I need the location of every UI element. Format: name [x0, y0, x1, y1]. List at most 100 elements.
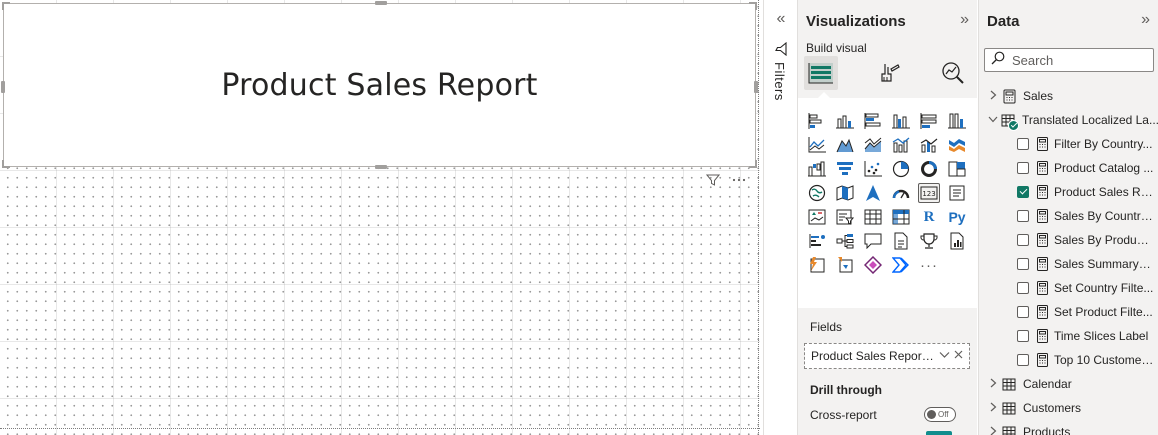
search-input[interactable]: Search — [984, 48, 1154, 72]
more-options-icon[interactable] — [730, 172, 748, 188]
clustered-bar-chart-icon[interactable] — [862, 111, 884, 131]
measure-item[interactable]: Sales By Product... — [979, 228, 1158, 252]
resize-handle-left[interactable] — [1, 81, 5, 93]
table-item-translated-localized-labels[interactable]: Translated Localized La... — [979, 108, 1158, 132]
checkbox[interactable] — [1017, 162, 1029, 174]
measure-item[interactable]: Sales By Country... — [979, 204, 1158, 228]
collapse-filters-icon[interactable]: « — [772, 10, 790, 28]
smart-narrative-icon[interactable] — [890, 231, 912, 251]
resize-handle-right[interactable] — [754, 81, 758, 93]
kpi-icon[interactable] — [806, 207, 828, 227]
remove-field-icon[interactable] — [954, 350, 963, 362]
measure-item[interactable]: Filter By Country... — [979, 132, 1158, 156]
get-more-visuals-icon[interactable]: ··· — [918, 255, 940, 275]
stacked-bar-chart-icon[interactable] — [806, 111, 828, 131]
analytics-icon[interactable] — [936, 56, 970, 90]
funnel-chart-icon[interactable] — [834, 159, 856, 179]
paginated-report-icon[interactable] — [946, 231, 968, 251]
clustered-column-chart-icon[interactable] — [890, 111, 912, 131]
chevron-down-icon[interactable] — [987, 115, 999, 126]
power-automate-icon[interactable] — [834, 255, 856, 275]
checkbox[interactable] — [1017, 210, 1029, 222]
resize-handle-top-left[interactable] — [2, 2, 10, 10]
100-stacked-bar-chart-icon[interactable] — [918, 111, 940, 131]
measure-item[interactable]: Sales Summary L... — [979, 252, 1158, 276]
title-text-box[interactable]: Product Sales Report — [1, 1, 758, 169]
azure-map-icon[interactable] — [862, 183, 884, 203]
line-stacked-column-chart-icon[interactable] — [918, 135, 940, 155]
build-visual-icon[interactable] — [804, 56, 838, 90]
expand-data-icon[interactable]: » — [1141, 11, 1150, 29]
format-visual-icon[interactable] — [872, 56, 906, 90]
measure-item[interactable]: Set Product Filte... — [979, 300, 1158, 324]
checkbox[interactable] — [1017, 282, 1029, 294]
table-item-customers[interactable]: Customers — [979, 396, 1158, 420]
checkbox[interactable] — [1017, 138, 1029, 150]
donut-chart-icon[interactable] — [918, 159, 940, 179]
checkbox[interactable] — [1017, 234, 1029, 246]
expand-visualizations-icon[interactable]: » — [960, 11, 969, 29]
filled-map-icon[interactable] — [834, 183, 856, 203]
resize-handle-bottom-right[interactable] — [749, 160, 757, 168]
resize-handle-top-right[interactable] — [749, 2, 757, 10]
filters-pane[interactable]: « Filters — [763, 0, 796, 435]
table-item-sales[interactable]: Sales — [979, 84, 1158, 108]
python-visual-icon[interactable]: Py — [946, 207, 968, 227]
treemap-icon[interactable] — [946, 159, 968, 179]
resize-handle-bottom-left[interactable] — [2, 160, 10, 168]
table-item-calendar[interactable]: Calendar — [979, 372, 1158, 396]
resize-handle-bottom[interactable] — [375, 165, 387, 169]
table-icon[interactable] — [862, 207, 884, 227]
power-apps-icon[interactable] — [806, 255, 828, 275]
slicer-icon[interactable] — [834, 207, 856, 227]
line-chart-icon[interactable] — [806, 135, 828, 155]
chevron-down-icon[interactable] — [939, 350, 950, 362]
measure-item[interactable]: Product Catalog ... — [979, 156, 1158, 180]
area-chart-icon[interactable] — [834, 135, 856, 155]
goals-icon[interactable] — [918, 231, 940, 251]
waterfall-chart-icon[interactable] — [806, 159, 828, 179]
measure-label: Time Slices Label — [1054, 329, 1149, 343]
gauge-icon[interactable] — [890, 183, 912, 203]
power-automate-chevron-icon[interactable] — [890, 255, 912, 275]
100-stacked-column-chart-icon[interactable] — [946, 111, 968, 131]
checkbox[interactable] — [1017, 354, 1029, 366]
stacked-column-chart-icon[interactable] — [834, 111, 856, 131]
measure-item[interactable]: Product Sales Re... — [979, 180, 1158, 204]
measure-item[interactable]: Set Country Filte... — [979, 276, 1158, 300]
filter-icon[interactable] — [704, 172, 722, 188]
stacked-area-chart-icon[interactable] — [862, 135, 884, 155]
chevron-right-icon[interactable] — [987, 402, 999, 415]
report-canvas[interactable]: Product Sales Report — [0, 0, 762, 435]
matrix-icon[interactable] — [890, 207, 912, 227]
decomposition-tree-icon[interactable] — [834, 231, 856, 251]
pie-chart-icon[interactable] — [890, 159, 912, 179]
r-visual-icon[interactable]: R — [918, 207, 940, 227]
chevron-right-icon[interactable] — [987, 90, 999, 103]
measure-item[interactable]: Top 10 Customer... — [979, 348, 1158, 372]
key-influencers-icon[interactable] — [806, 231, 828, 251]
checkbox-checked[interactable] — [1017, 186, 1029, 198]
checkbox[interactable] — [1017, 258, 1029, 270]
scatter-chart-icon[interactable] — [862, 159, 884, 179]
measure-item[interactable]: Time Slices Label — [979, 324, 1158, 348]
resize-handle-top[interactable] — [375, 1, 387, 5]
chevron-right-icon[interactable] — [987, 426, 999, 435]
power-apps-diamond-icon[interactable] — [862, 255, 884, 275]
filters-label[interactable]: Filters — [772, 62, 787, 101]
map-icon[interactable] — [806, 183, 828, 203]
table-item-products[interactable]: Products — [979, 420, 1158, 435]
fields-well[interactable]: Product Sales Report ... — [804, 343, 970, 369]
next-toggle-partial[interactable] — [926, 431, 952, 435]
line-clustered-column-chart-icon[interactable] — [890, 135, 912, 155]
card-icon[interactable]: 123 — [918, 183, 940, 203]
qna-icon[interactable] — [862, 231, 884, 251]
checkbox[interactable] — [1017, 330, 1029, 342]
ribbon-chart-icon[interactable] — [946, 135, 968, 155]
cross-report-toggle[interactable]: Off — [924, 407, 956, 422]
visualizations-title: Visualizations — [806, 13, 906, 30]
multi-row-card-icon[interactable] — [946, 183, 968, 203]
table-icon — [1001, 400, 1017, 416]
checkbox[interactable] — [1017, 306, 1029, 318]
chevron-right-icon[interactable] — [987, 378, 999, 391]
